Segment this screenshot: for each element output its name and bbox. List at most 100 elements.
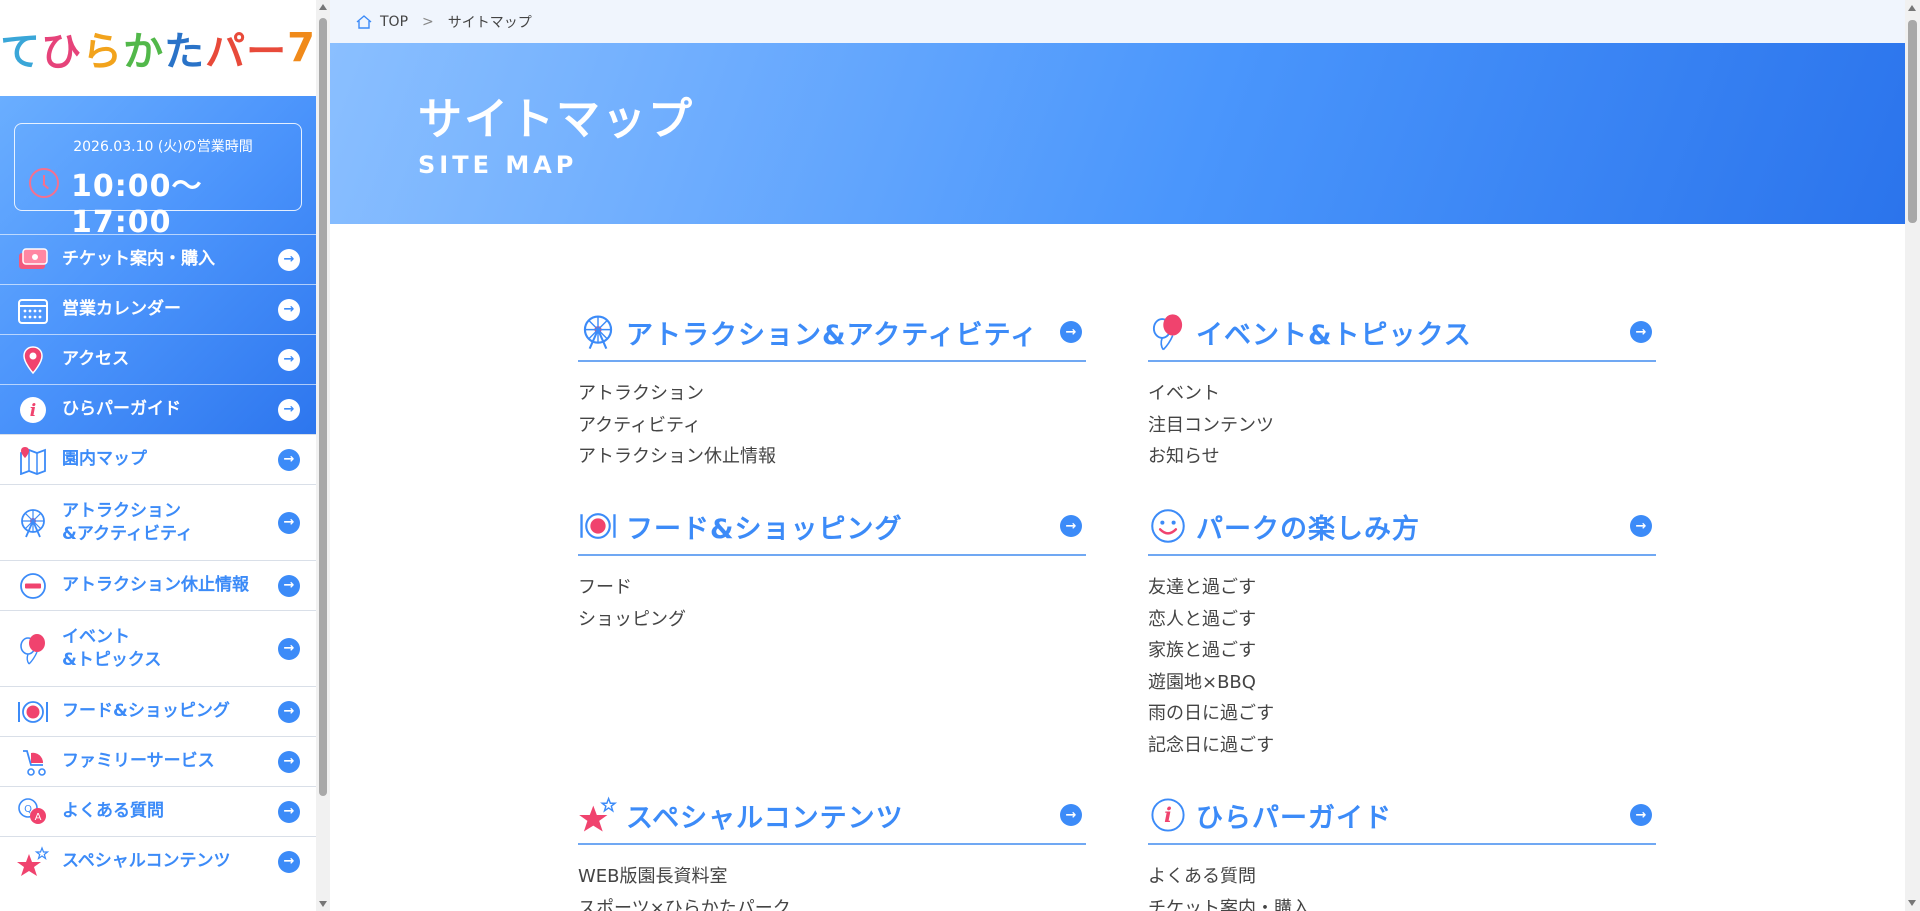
smile-icon (1148, 506, 1188, 546)
section-title: アトラクション&アクティビティ (626, 319, 1038, 351)
section-link-list: イベント 注目コンテンツ お知らせ (1148, 378, 1656, 473)
logo-char: 7 (287, 25, 316, 71)
sitemap-link[interactable]: 遊園地×BBQ (1148, 667, 1656, 699)
sitemap-link[interactable]: 友達と過ごす (1148, 572, 1656, 604)
sidebar-item-attractions[interactable]: アトラクション &アクティビティ → (0, 484, 316, 560)
scroll-down-arrow-icon[interactable] (319, 901, 327, 907)
sitemap-link[interactable]: 雨の日に過ごす (1148, 698, 1656, 730)
svg-text:i: i (30, 401, 36, 421)
section-link-list: 友達と過ごす 恋人と過ごす 家族と過ごす 遊園地×BBQ 雨の日に過ごす 記念日… (1148, 572, 1656, 761)
section-heading[interactable]: アトラクション&アクティビティ → (578, 304, 1086, 362)
sitemap-link[interactable]: アトラクション (578, 378, 1086, 410)
arrow-right-icon[interactable]: → (1630, 515, 1652, 537)
sitemap-section-events: イベント&トピックス → イベント 注目コンテンツ お知らせ (1148, 304, 1656, 473)
sidebar-item-food-shopping[interactable]: フード&ショッピング → (0, 686, 316, 736)
sidebar-item-events[interactable]: イベント &トピックス → (0, 610, 316, 686)
section-heading[interactable]: フード&ショッピング → (578, 498, 1086, 556)
plate-icon (578, 506, 618, 546)
arrow-right-icon[interactable]: → (1060, 804, 1082, 826)
section-title: イベント&トピックス (1196, 319, 1472, 351)
sitemap-link[interactable]: イベント (1148, 378, 1656, 410)
arrow-right-icon: → (278, 511, 300, 534)
section-link-list: よくある質問 チケット案内・購入 (1148, 861, 1656, 911)
svg-text:A: A (35, 812, 42, 823)
sidebar-item-tickets[interactable]: チケット案内・購入 → (0, 234, 316, 284)
sidebar-item-label: ファミリーサービス (62, 751, 215, 772)
scrollbar-thumb[interactable] (1908, 20, 1917, 223)
map-pin-icon (16, 343, 50, 377)
sidebar-item-label: スペシャルコンテンツ (62, 851, 231, 872)
logo-char: ひ (41, 29, 83, 75)
arrow-right-icon[interactable]: → (1060, 321, 1082, 343)
sitemap-link[interactable]: 家族と過ごす (1148, 635, 1656, 667)
label-line: &トピックス (62, 649, 162, 670)
scrollbar-thumb[interactable] (319, 18, 327, 796)
section-title: スペシャルコンテンツ (626, 802, 904, 834)
sidebar-item-access[interactable]: アクセス → (0, 334, 316, 384)
arrow-right-icon: → (278, 398, 300, 421)
plate-icon (16, 695, 50, 729)
label-line: アトラクション (62, 501, 181, 522)
sidebar-item-label: アトラクション &アクティビティ (62, 500, 193, 544)
arrow-right-icon[interactable]: → (1630, 804, 1652, 826)
section-title: フード&ショッピング (626, 513, 903, 545)
sitemap-link[interactable]: チケット案内・購入 (1148, 893, 1656, 911)
arrow-right-icon: → (278, 800, 300, 823)
site-logo[interactable]: てひらかたパー 7 (0, 0, 316, 96)
sidebar-item-guide[interactable]: i ひらパーガイド → (0, 384, 316, 434)
sitemap-section-guide: i ひらパーガイド → よくある質問 チケット案内・購入 (1148, 787, 1656, 911)
section-heading[interactable]: イベント&トピックス → (1148, 304, 1656, 362)
ticket-icon (16, 243, 50, 277)
sitemap-link[interactable]: 恋人と過ごす (1148, 604, 1656, 636)
star-icon (16, 845, 50, 879)
sitemap-link[interactable]: アクティビティ (578, 410, 1086, 442)
hours-date: 2026.03.10 (火)の営業時間 (73, 139, 253, 155)
page-subtitle: SITE MAP (418, 151, 578, 179)
sitemap-link[interactable]: 注目コンテンツ (1148, 410, 1656, 442)
sitemap-link[interactable]: スポーツ×ひらかたパーク (578, 893, 1086, 911)
sitemap-link[interactable]: ショッピング (578, 604, 1086, 636)
sidebar-item-family-service[interactable]: ファミリーサービス → (0, 736, 316, 786)
star-icon (578, 795, 618, 835)
sidebar-item-calendar[interactable]: 営業カレンダー → (0, 284, 316, 334)
sidebar-item-faq[interactable]: QA よくある質問 → (0, 786, 316, 836)
page-scrollbar[interactable] (1905, 0, 1920, 911)
sitemap-link[interactable]: アトラクション休止情報 (578, 441, 1086, 473)
hours-time: 10:00〜17:00 (71, 169, 203, 240)
sitemap-section-how-to-enjoy: パークの楽しみ方 → 友達と過ごす 恋人と過ごす 家族と過ごす 遊園地×BBQ … (1148, 498, 1656, 761)
balloon-icon (16, 632, 50, 666)
section-heading[interactable]: i ひらパーガイド → (1148, 787, 1656, 845)
section-heading[interactable]: パークの楽しみ方 → (1148, 498, 1656, 556)
park-map-icon (16, 443, 50, 477)
sitemap-link[interactable]: WEB版園長資料室 (578, 861, 1086, 893)
breadcrumb-home-link[interactable]: TOP (380, 14, 408, 30)
arrow-right-icon: → (278, 298, 300, 321)
scroll-up-arrow-icon[interactable] (319, 4, 327, 10)
scroll-up-arrow-icon[interactable] (1908, 5, 1916, 11)
sidebar-item-label: よくある質問 (62, 801, 164, 822)
arrow-right-icon: → (278, 700, 300, 723)
sitemap-link[interactable]: お知らせ (1148, 441, 1656, 473)
sitemap-link[interactable]: よくある質問 (1148, 861, 1656, 893)
logo-char: パー (205, 29, 288, 75)
breadcrumb: TOP > サイトマップ (330, 0, 1905, 43)
arrow-right-icon: → (278, 637, 300, 660)
info-icon: i (16, 393, 50, 427)
sitemap-link[interactable]: 記念日に過ごす (1148, 730, 1656, 762)
sidebar-item-label: フード&ショッピング (62, 701, 230, 722)
sidebar-item-label: アトラクション休止情報 (62, 575, 249, 596)
arrow-right-icon[interactable]: → (1630, 321, 1652, 343)
logo-char: た (164, 29, 206, 75)
sidebar-scrollbar[interactable] (316, 0, 330, 911)
sidebar-item-park-map[interactable]: 園内マップ → (0, 434, 316, 484)
sitemap-section-attractions: アトラクション&アクティビティ → アトラクション アクティビティ アトラクショ… (578, 304, 1086, 473)
business-hours-box: 2026.03.10 (火)の営業時間 10:00〜17:00 (14, 123, 302, 240)
sidebar-item-attraction-closures[interactable]: アトラクション休止情報 → (0, 560, 316, 610)
section-title: ひらパーガイド (1196, 802, 1392, 834)
arrow-right-icon[interactable]: → (1060, 515, 1082, 537)
sidebar-item-label: チケット案内・購入 (62, 249, 215, 270)
section-heading[interactable]: スペシャルコンテンツ → (578, 787, 1086, 845)
sitemap-link[interactable]: フード (578, 572, 1086, 604)
scroll-down-arrow-icon[interactable] (1908, 900, 1916, 906)
sidebar-item-special-contents[interactable]: スペシャルコンテンツ → (0, 836, 316, 886)
